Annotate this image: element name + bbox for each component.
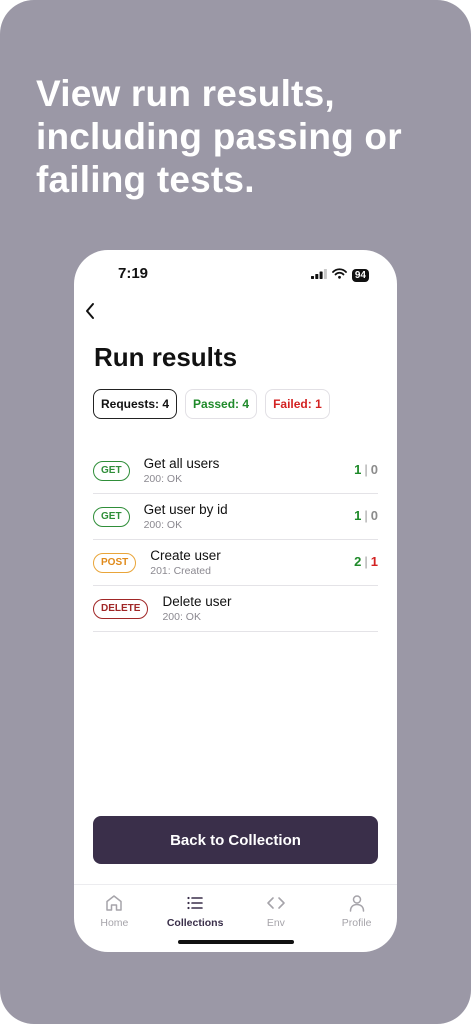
status-bar: 7:19 94 [74,250,397,296]
request-info: Get all users 200: OK [144,456,220,486]
back-to-collection-button[interactable]: Back to Collection [93,816,378,864]
phone-screen: 7:19 94 Run results Requests: 4 Passed: … [74,250,397,952]
result-row[interactable]: GET Get user by id 200: OK 1 | 0 [93,494,378,540]
headline-line: including passing or [36,116,402,157]
screenshot-canvas: View run results, including passing or f… [0,0,471,1024]
tab-collections[interactable]: Collections [155,885,236,945]
method-badge: DELETE [93,598,149,619]
chevron-left-icon[interactable] [80,301,100,321]
test-counts: 1 | 0 [354,462,378,477]
tab-label: Profile [341,917,372,929]
status-time: 7:19 [118,265,149,282]
passed-count: 1 [354,462,362,477]
tab-label: Env [266,917,285,929]
requests-filter-chip[interactable]: Requests: 4 [93,389,178,419]
home-icon [104,893,124,913]
tab-bar: Home Collections Env Profile [74,884,397,945]
count-separator: | [364,462,368,477]
request-info: Get user by id 200: OK [144,502,228,532]
passed-count: 2 [354,554,362,569]
response-status: 200: OK [143,518,183,531]
test-counts [372,600,378,615]
tab-label: Collections [166,917,224,929]
count-separator: | [364,508,368,523]
passed-filter-chip[interactable]: Passed: 4 [185,389,258,419]
home-indicator [178,940,294,944]
headline-line: failing tests. [36,159,255,200]
response-status: 200: OK [162,610,201,623]
results-list: GET Get all users 200: OK 1 | 0 GET Get us… [93,448,378,632]
page-title: Run results [94,342,238,372]
test-counts: 2 | 1 [354,554,378,569]
battery-icon: 94 [351,268,369,282]
request-info: Delete user 200: OK [162,594,231,624]
list-icon [185,893,205,913]
tab-home[interactable]: Home [74,885,155,945]
test-counts: 1 | 0 [354,508,378,523]
wifi-icon [331,266,347,284]
summary-filters: Requests: 4 Passed: 4 Failed: 1 [93,389,330,419]
request-info: Create user 201: Created [150,548,221,578]
tab-profile[interactable]: Profile [316,885,397,945]
request-name: Delete user [162,593,232,609]
passed-count: 1 [354,508,362,523]
request-name: Get user by id [143,501,228,517]
method-badge: GET [93,506,130,527]
method-badge: POST [93,552,137,573]
code-icon [266,893,286,913]
result-row[interactable]: POST Create user 201: Created 2 | 1 [93,540,378,586]
tab-env[interactable]: Env [236,885,317,945]
response-status: 200: OK [143,472,183,485]
response-status: 201: Created [150,564,211,577]
result-row[interactable]: GET Get all users 200: OK 1 | 0 [93,448,378,494]
headline-line: View run results, [36,73,335,114]
request-name: Create user [150,547,221,563]
failed-count: 1 [370,554,378,569]
failed-count: 0 [370,462,378,477]
result-row[interactable]: DELETE Delete user 200: OK [93,586,378,632]
status-icons: 94 [310,266,369,284]
user-icon [347,893,367,913]
promo-headline: View run results, including passing or f… [36,72,446,201]
count-separator: | [364,554,368,569]
method-badge: GET [93,460,130,481]
tab-label: Home [100,917,129,929]
failed-count: 0 [370,508,378,523]
request-name: Get all users [143,455,220,471]
signal-icon [310,266,327,284]
failed-filter-chip[interactable]: Failed: 1 [265,389,330,419]
